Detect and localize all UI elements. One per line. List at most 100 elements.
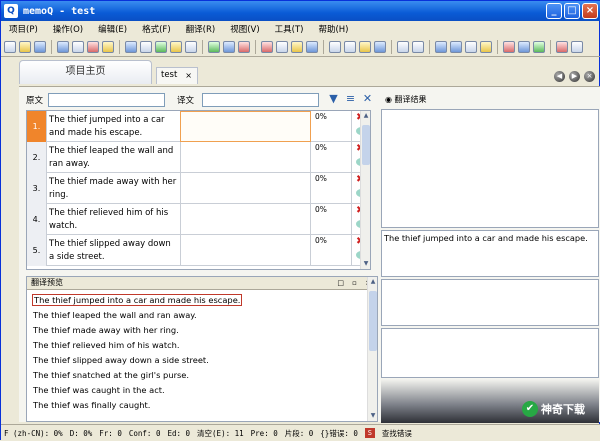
- menu-bar: 项目(P) 操作(O) 编辑(E) 格式(F) 翻译(R) 视图(V) 工具(T…: [1, 21, 600, 37]
- preview-line[interactable]: The thief was finally caught.: [33, 400, 150, 410]
- table-row[interactable]: 2. The thief leaped the wall and ran awa…: [27, 142, 370, 173]
- results-header: ◉ 翻译结果: [381, 93, 599, 108]
- new-icon[interactable]: [4, 40, 16, 53]
- preview-line[interactable]: The thief was caught in the act.: [33, 385, 165, 395]
- table-row[interactable]: 4. The thief relieved him of his watch. …: [27, 204, 370, 235]
- menu-project[interactable]: 项目(P): [9, 23, 38, 35]
- grid-scrollbar[interactable]: ▲ ▼: [360, 111, 370, 269]
- paste-icon[interactable]: [359, 40, 371, 53]
- refresh-icon[interactable]: [208, 40, 220, 53]
- minimize-button[interactable]: _: [546, 3, 562, 19]
- termbase-icon[interactable]: [276, 40, 288, 53]
- view-icon[interactable]: [435, 40, 447, 53]
- target-cell[interactable]: [180, 142, 311, 173]
- tags-icon[interactable]: [465, 40, 477, 53]
- target-cell[interactable]: [180, 235, 311, 266]
- tab-close-icon[interactable]: ×: [185, 68, 192, 83]
- preview-line[interactable]: The thief slipped away down a side stree…: [33, 355, 209, 365]
- confirm-icon[interactable]: [291, 40, 303, 53]
- undo-icon[interactable]: [397, 40, 409, 53]
- target-cell[interactable]: [180, 204, 311, 235]
- status-item: F (zh-CN): 0%: [4, 428, 63, 438]
- redo-icon[interactable]: [412, 40, 424, 53]
- preview-line[interactable]: The thief made away with her ring.: [33, 325, 179, 335]
- table-row[interactable]: 1. The thief jumped into a car and made …: [27, 111, 370, 142]
- split-icon[interactable]: [480, 40, 492, 53]
- nav-forward-icon[interactable]: ▶: [569, 71, 580, 82]
- save-icon[interactable]: [34, 40, 46, 53]
- toolbar-separator: [391, 39, 392, 54]
- scroll-thumb[interactable]: [369, 291, 377, 351]
- match-percent: 0%: [315, 143, 327, 152]
- menu-tools[interactable]: 工具(T): [275, 23, 304, 35]
- concordance-icon[interactable]: [261, 40, 273, 53]
- nav-back-icon[interactable]: ◀: [554, 71, 565, 82]
- open-icon[interactable]: [19, 40, 31, 53]
- format-icon[interactable]: [374, 40, 386, 53]
- filter-icon[interactable]: [533, 40, 545, 53]
- status-item: D: 0%: [69, 428, 93, 438]
- tm-icon[interactable]: [306, 40, 318, 53]
- filter-icon[interactable]: ▼: [327, 93, 340, 106]
- settings-icon[interactable]: [185, 40, 197, 53]
- help-icon[interactable]: [556, 40, 568, 53]
- maximize-button[interactable]: □: [564, 3, 580, 19]
- results-list[interactable]: [381, 109, 599, 228]
- source-filter-label: 原文: [26, 96, 44, 106]
- import-icon[interactable]: [57, 40, 69, 53]
- target-cell[interactable]: [180, 173, 311, 204]
- document-icon[interactable]: [140, 40, 152, 53]
- preview-line[interactable]: The thief leaped the wall and ran away.: [33, 310, 197, 320]
- menu-view[interactable]: 视图(V): [230, 23, 259, 35]
- preview-line[interactable]: The thief relieved him of his watch.: [33, 340, 180, 350]
- tab-row: 项目主页 test × ◀ ▶ ×: [1, 58, 600, 86]
- chart-icon[interactable]: [125, 40, 137, 53]
- menu-operation[interactable]: 操作(O): [53, 23, 83, 35]
- cut-icon[interactable]: [329, 40, 341, 53]
- menu-help[interactable]: 帮助(H): [318, 23, 348, 35]
- source-cell: The thief leaped the wall and ran away.: [49, 146, 174, 169]
- preview-header: 翻译预览 □ ▫ ×: [27, 277, 377, 290]
- menu-format[interactable]: 格式(F): [142, 23, 171, 35]
- qa-icon[interactable]: [503, 40, 515, 53]
- delete-icon[interactable]: [238, 40, 250, 53]
- target-filter-input[interactable]: [202, 93, 319, 107]
- web-icon[interactable]: [518, 40, 530, 53]
- statistics-icon[interactable]: [87, 40, 99, 53]
- tab-label: test: [161, 70, 178, 80]
- scroll-down-icon[interactable]: ▼: [368, 411, 378, 421]
- clear-filter-icon[interactable]: ✕: [361, 93, 374, 106]
- search-icon[interactable]: [223, 40, 235, 53]
- scroll-thumb[interactable]: [362, 125, 370, 165]
- source-filter-input[interactable]: [48, 93, 165, 107]
- folder-icon[interactable]: [170, 40, 182, 53]
- close-button[interactable]: ×: [582, 3, 598, 19]
- tab-project-home[interactable]: 项目主页: [19, 60, 152, 84]
- nav-close-icon[interactable]: ×: [584, 71, 595, 82]
- menu-edit[interactable]: 编辑(E): [98, 23, 127, 35]
- pretranslate-icon[interactable]: [102, 40, 114, 53]
- export-icon[interactable]: [72, 40, 84, 53]
- target-cell[interactable]: [180, 111, 311, 142]
- sort-icon[interactable]: ≡: [344, 93, 357, 106]
- preview-scrollbar[interactable]: ▲ ▼: [367, 277, 377, 421]
- preview-line[interactable]: The thief jumped into a car and made his…: [32, 294, 243, 306]
- edit-icon[interactable]: [155, 40, 167, 53]
- scroll-up-icon[interactable]: ▲: [368, 277, 378, 287]
- scroll-down-icon[interactable]: ▼: [361, 259, 370, 269]
- search-errors-link[interactable]: 查找错误: [382, 428, 412, 439]
- app-window: Q memoQ - test _ □ × 项目(P) 操作(O) 编辑(E) 格…: [0, 0, 600, 441]
- menu-translate[interactable]: 翻译(R): [186, 23, 216, 35]
- scroll-up-icon[interactable]: ▲: [361, 111, 370, 121]
- more-icon[interactable]: [571, 40, 583, 53]
- source-cell: The thief made away with her ring.: [49, 177, 177, 200]
- results-source-box: The thief jumped into a car and made his…: [381, 230, 599, 277]
- preview-line[interactable]: The thief snatched at the girl's purse.: [33, 370, 189, 380]
- layout-icon[interactable]: [450, 40, 462, 53]
- copy-icon[interactable]: [344, 40, 356, 53]
- status-item: Pre: 0: [250, 428, 278, 438]
- toolbar-separator: [323, 39, 324, 54]
- tab-document-test[interactable]: test ×: [156, 67, 198, 84]
- table-row[interactable]: 5. The thief slipped away down a side st…: [27, 235, 370, 266]
- table-row[interactable]: 3. The thief made away with her ring. 0%…: [27, 173, 370, 204]
